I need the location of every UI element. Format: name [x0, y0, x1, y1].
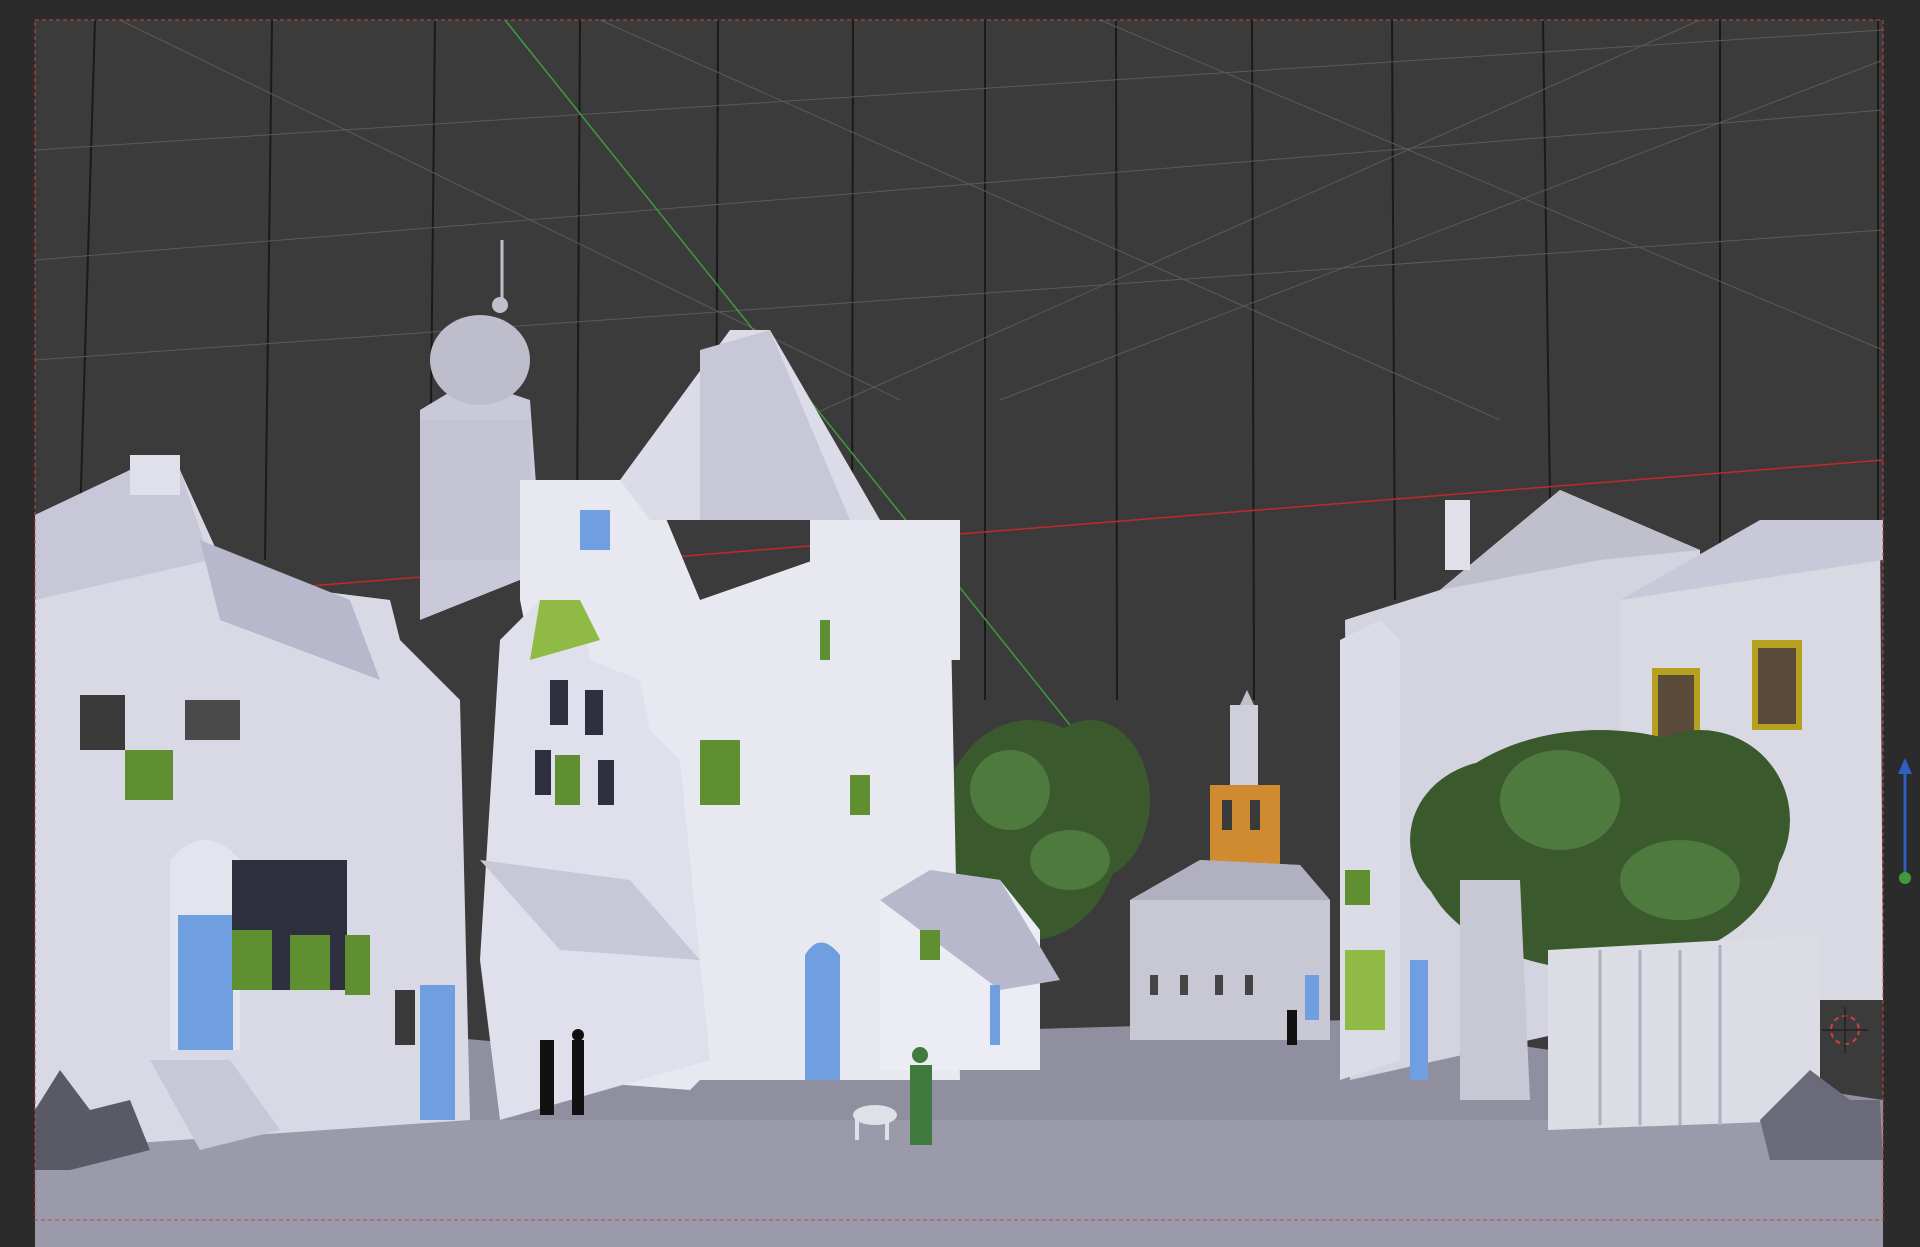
z-axis-arrow-icon[interactable] — [1890, 750, 1920, 890]
outside-camera-top — [0, 0, 1920, 20]
outside-camera-left — [0, 0, 35, 1247]
right-fence — [1548, 935, 1820, 1130]
3d-cursor-icon[interactable] — [1820, 1005, 1870, 1055]
3d-viewport[interactable] — [0, 0, 1920, 1247]
outside-camera-right — [1883, 0, 1920, 1247]
scene-render — [0, 0, 1920, 1247]
figure-distant — [1287, 1010, 1297, 1045]
